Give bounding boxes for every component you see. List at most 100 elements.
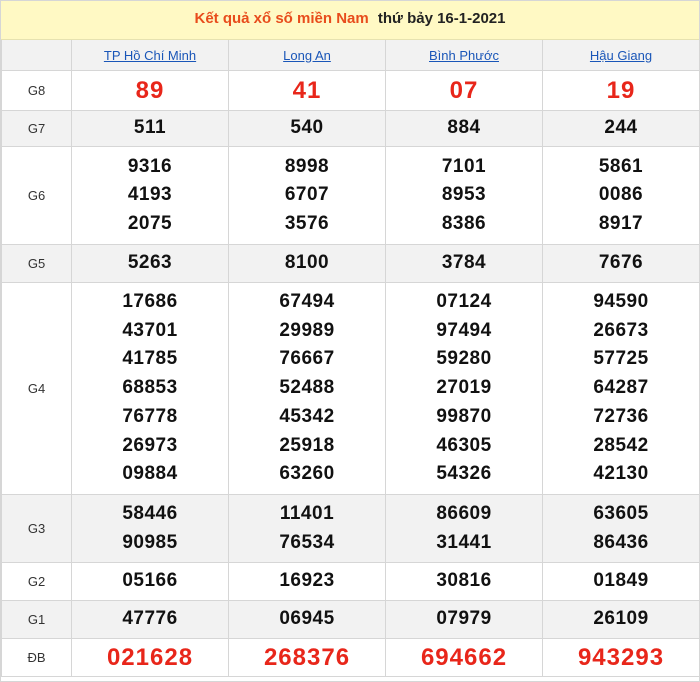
prize-number: 47776: [122, 608, 178, 630]
province-link-hau-giang[interactable]: Hậu Giang: [590, 48, 652, 63]
prize-cell: 89: [71, 70, 229, 111]
prize-number: 06945: [279, 608, 335, 630]
prize-cell: 05166: [71, 562, 229, 601]
prize-number: 89: [135, 76, 165, 104]
prize-cell: 511: [71, 110, 229, 147]
prize-number: 17686: [122, 291, 178, 313]
prize-row: G3 58446 90985 11401 76534 86609 31441 63605 864…: [1, 494, 700, 563]
prize-number: 021628: [106, 643, 194, 671]
prize-cell: 5861 0086 8917: [542, 146, 700, 245]
prize-label: G6: [1, 146, 72, 245]
prize-number: 0086: [598, 184, 644, 206]
prize-number: 54326: [436, 463, 492, 485]
prize-number: 67494: [279, 291, 335, 313]
prize-number: 99870: [436, 405, 492, 427]
prize-row: G5 5263 8100 3784 7676: [1, 244, 700, 283]
prize-number: 19: [606, 76, 636, 104]
prize-number: 5861: [598, 155, 644, 177]
prize-number: 540: [290, 117, 324, 139]
prize-cell: 94590 26673 57725 64287 72736 28542 42130: [542, 282, 700, 495]
prize-label: G2: [1, 562, 72, 601]
prize-label: G5: [1, 244, 72, 283]
prize-number: 28542: [593, 434, 649, 456]
province-header-row: TP Hồ Chí Minh Long An Bình Phước Hậu Gi…: [1, 40, 700, 71]
prize-cell: 86609 31441: [385, 494, 543, 563]
prize-number: 76778: [122, 405, 178, 427]
prize-cell: 16923: [228, 562, 386, 601]
prize-number: 7101: [441, 155, 487, 177]
prize-number: 7676: [598, 252, 644, 274]
prize-number: 884: [447, 117, 481, 139]
prize-cell: 244: [542, 110, 700, 147]
prize-cell: 58446 90985: [71, 494, 229, 563]
prize-cell: 67494 29989 76667 52488 45342 25918 63260: [228, 282, 386, 495]
prize-number: 8917: [598, 212, 644, 234]
prize-cell: 694662: [385, 638, 543, 677]
prize-cell: 8998 6707 3576: [228, 146, 386, 245]
prize-number: 86609: [436, 503, 492, 524]
prize-cell: 07979: [385, 600, 543, 639]
prize-cell: 540: [228, 110, 386, 147]
prize-number: 16923: [279, 570, 335, 592]
prize-cell: 5263: [71, 244, 229, 283]
prize-cell: 9316 4193 2075: [71, 146, 229, 245]
prize-number: 3784: [441, 252, 487, 274]
province-link-long-an[interactable]: Long An: [283, 48, 331, 63]
prize-row: G4 17686 43701 41785 68853 76778 26973 09884 674…: [1, 282, 700, 495]
prize-row: G6 9316 4193 2075 8998 6707 3576 7101 8953 8386 58…: [1, 146, 700, 245]
prize-number: 59280: [436, 348, 492, 370]
prize-number: 29989: [279, 319, 335, 341]
results-table: TP Hồ Chí Minh Long An Bình Phước Hậu Gi…: [1, 40, 700, 677]
prize-cell: 8100: [228, 244, 386, 283]
results-title: Kết quả xổ số miền Nam: [194, 10, 369, 27]
prize-number: 8998: [284, 155, 330, 177]
prize-number: 58446: [122, 503, 178, 524]
prize-cell: 7676: [542, 244, 700, 283]
province-link-binh-phuoc[interactable]: Bình Phước: [429, 48, 499, 63]
prize-label: ĐB: [1, 638, 72, 677]
prize-cell: 01849: [542, 562, 700, 601]
prize-cell: 47776: [71, 600, 229, 639]
prize-cell: 943293: [542, 638, 700, 677]
prize-number: 3576: [284, 212, 330, 234]
prize-number: 4193: [127, 184, 173, 206]
prize-number: 27019: [436, 377, 492, 399]
prize-number: 76534: [279, 531, 335, 553]
prize-number: 63260: [279, 463, 335, 485]
province-link-tp-ho-chi-minh[interactable]: TP Hồ Chí Minh: [104, 48, 196, 63]
prize-label: G7: [1, 110, 72, 147]
prize-number: 511: [133, 117, 167, 139]
prize-number: 8100: [284, 252, 330, 274]
prize-number: 97494: [436, 319, 492, 341]
prize-number: 52488: [279, 377, 335, 399]
prize-cell: 11401 76534: [228, 494, 386, 563]
prize-cell: 19: [542, 70, 700, 111]
prize-row: G8 89 41 07 19: [1, 70, 700, 111]
prize-number: 09884: [122, 463, 178, 485]
prize-number: 42130: [593, 463, 649, 485]
prize-number: 57725: [593, 348, 649, 370]
prize-number: 8953: [441, 184, 487, 206]
results-title-bar: Kết quả xổ số miền Nam thứ bảy 16-1-2021: [1, 1, 699, 40]
prize-number: 90985: [122, 531, 178, 553]
province-header: Hậu Giang: [542, 40, 700, 71]
prize-row: G1 47776 06945 07979 26109: [1, 600, 700, 639]
prize-number: 694662: [420, 643, 508, 671]
prize-cell: 26109: [542, 600, 700, 639]
prize-number: 943293: [577, 643, 665, 671]
prize-number: 30816: [436, 570, 492, 592]
prize-cell: 884: [385, 110, 543, 147]
province-header: TP Hồ Chí Minh: [71, 40, 229, 71]
prize-cell: 021628: [71, 638, 229, 677]
prize-cell: 17686 43701 41785 68853 76778 26973 09884: [71, 282, 229, 495]
province-header: Bình Phước: [385, 40, 543, 71]
prize-number: 8386: [441, 212, 487, 234]
prize-cell: 3784: [385, 244, 543, 283]
prize-number: 46305: [436, 434, 492, 456]
prize-number: 31441: [436, 531, 492, 553]
prize-number: 01849: [593, 570, 649, 592]
lottery-results-sheet: Kết quả xổ số miền Nam thứ bảy 16-1-2021…: [0, 0, 700, 682]
prize-number: 6707: [284, 184, 330, 206]
prize-number: 41: [292, 76, 322, 104]
prize-label: G8: [1, 70, 72, 111]
